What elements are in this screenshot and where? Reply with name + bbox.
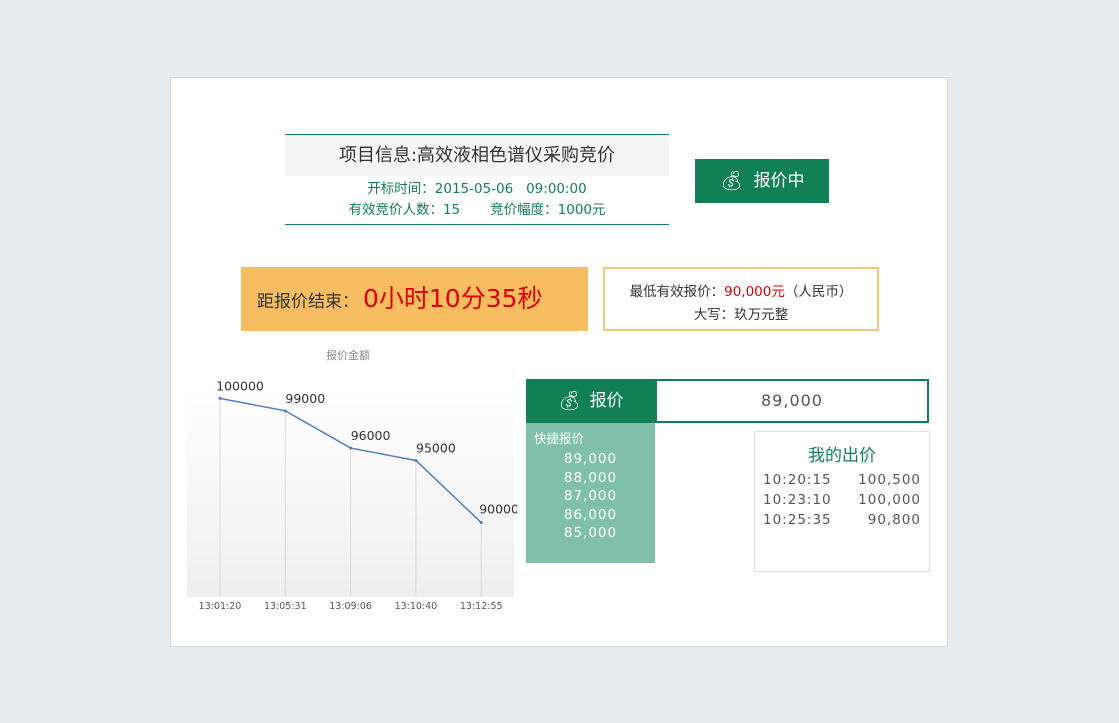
money-bag-icon: 💰︎ <box>719 170 744 192</box>
my-bids-panel: 我的出价 10:20:15 100,500 10:23:10 100,000 10:… <box>754 431 930 572</box>
chart-point <box>283 409 287 413</box>
my-bid-time: 10:25:35 <box>763 512 832 528</box>
my-bids-title: 我的出价 <box>808 446 876 466</box>
my-bid-price: 100,000 <box>858 492 921 508</box>
chart-x-tick-label: 13:10:40 <box>395 601 438 611</box>
bid-price-chart: 100000 99000 96000 95000 90000 13:01:20 13:05:… <box>187 378 517 611</box>
my-bid-price: 90,800 <box>867 512 921 528</box>
countdown-banner: 距报价结束： 0小时10分35秒 <box>241 267 588 331</box>
status-label: 报价中 <box>753 171 805 191</box>
bid-step: 1000元 <box>557 202 606 218</box>
money-bag-icon: 💰︎ <box>557 390 582 412</box>
chart-data-label: 96000 <box>351 428 391 443</box>
lowest-bid-price: 90,000元 <box>724 284 785 300</box>
lowest-bid-box: 最低有效报价：90,000元（人民币） 大写：玖万元整 <box>603 267 879 331</box>
open-time: 2015-05-06 09:00:00 <box>434 181 587 197</box>
bidder-count: 15 <box>442 202 461 218</box>
chart-x-tick-label: 13:12:55 <box>460 601 503 611</box>
bid-stats-line: 有效竞价人数：15 竞价幅度：1000元 <box>348 202 606 218</box>
chart-data-label: 100000 <box>216 378 264 393</box>
my-bid-time: 10:23:10 <box>763 492 832 508</box>
chart-point <box>479 521 483 525</box>
my-bid-row: 10:23:10 100,000 <box>755 490 929 510</box>
chart-data-label: 90000 <box>479 502 517 517</box>
bid-label: 报价 <box>589 391 624 411</box>
open-time-line: 开标时间：2015-05-06 09:00:00 <box>367 181 587 197</box>
quick-bid-option[interactable]: 85,000 <box>526 524 655 543</box>
lowest-bid-caps: 玖万元整 <box>734 307 789 323</box>
auction-panel: 项目信息:高效液相色谱仪采购竞价 开标时间：2015-05-06 09:00:0… <box>170 77 948 647</box>
chart-x-tick-label: 13:09:06 <box>329 601 372 611</box>
project-title: 项目信息:高效液相色谱仪采购竞价 <box>285 135 669 176</box>
bidding-status-button[interactable]: 💰︎ 报价中 <box>695 159 829 203</box>
lowest-bid-caps-line: 大写：玖万元整 <box>693 307 789 323</box>
quick-bid-option[interactable]: 89,000 <box>526 450 655 469</box>
countdown-time: 0小时10分35秒 <box>363 284 543 313</box>
my-bid-row: 10:20:15 100,500 <box>755 470 929 490</box>
chart-data-label: 95000 <box>416 440 456 455</box>
chart-point <box>414 458 418 462</box>
chart-point <box>349 446 353 450</box>
quick-bid-panel: 快捷报价 89,000 88,000 87,000 86,000 85,000 <box>526 423 655 563</box>
chart-x-tick-label: 13:01:20 <box>199 601 242 611</box>
my-bid-row: 10:25:35 90,800 <box>755 510 929 530</box>
bid-label-button[interactable]: 💰︎ 报价 <box>526 379 655 423</box>
lowest-bid-line: 最低有效报价：90,000元（人民币） <box>629 284 853 300</box>
quick-bid-option[interactable]: 87,000 <box>526 487 655 506</box>
chart-x-tick-label: 13:05:31 <box>264 601 307 611</box>
project-info: 项目信息:高效液相色谱仪采购竞价 开标时间：2015-05-06 09:00:0… <box>285 134 669 225</box>
chart-point <box>218 396 222 400</box>
bid-amount-input[interactable]: 89,000 <box>655 379 929 423</box>
chart-data-label: 99000 <box>285 391 325 406</box>
my-bid-time: 10:20:15 <box>763 472 832 488</box>
quick-bid-title: 快捷报价 <box>534 431 585 446</box>
quick-bid-option[interactable]: 86,000 <box>526 506 655 525</box>
chart-title: 报价金额 <box>326 349 370 362</box>
quick-bid-option[interactable]: 88,000 <box>526 469 655 488</box>
my-bid-price: 100,500 <box>858 472 921 488</box>
countdown-label: 距报价结束： <box>257 292 359 312</box>
